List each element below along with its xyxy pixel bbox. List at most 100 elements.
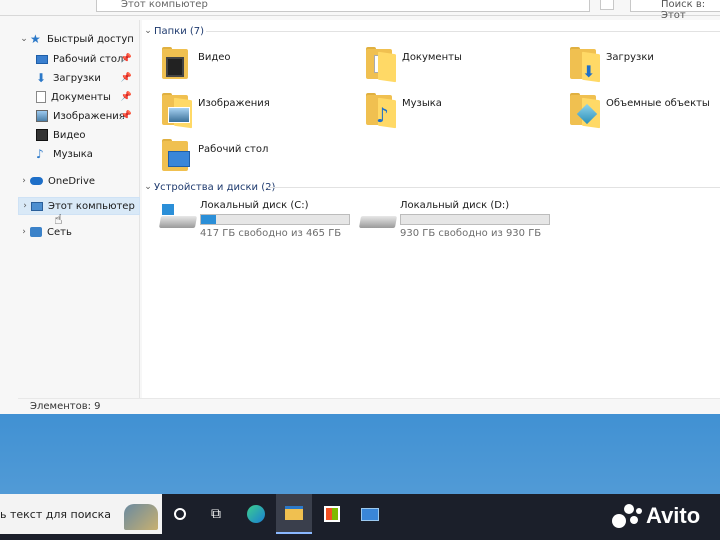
- mail-icon: [361, 507, 379, 521]
- folder-music[interactable]: ♪ Музыка: [362, 88, 552, 132]
- documents-folder-icon: [362, 45, 396, 83]
- nav-quick-access-label: Быстрый доступ: [47, 33, 134, 45]
- 3d-objects-folder-icon: [566, 91, 600, 129]
- group-divider: [266, 187, 720, 188]
- folder-label: Загрузки: [606, 51, 654, 63]
- drive-c[interactable]: Локальный диск (C:) 417 ГБ свободно из 4…: [158, 198, 358, 239]
- computer-icon: [31, 201, 43, 211]
- avito-text: Avito: [646, 503, 701, 528]
- folder-3d-objects[interactable]: Объемные объекты: [566, 88, 720, 132]
- drive-free-space: 417 ГБ свободно из 465 ГБ: [200, 228, 342, 239]
- nav-item-onedrive[interactable]: › OneDrive: [18, 172, 140, 190]
- drive-name: Локальный диск (D:): [400, 200, 510, 211]
- nav-quick-access[interactable]: ⌄ ★ Быстрый доступ: [18, 30, 140, 48]
- folders-group-header[interactable]: ⌄ Папки (7): [142, 23, 204, 39]
- store-button[interactable]: [314, 494, 350, 534]
- folder-label: Объемные объекты: [606, 97, 710, 109]
- search-input[interactable]: Поиск в: Этот: [630, 0, 720, 21]
- pin-icon[interactable]: 📌: [121, 54, 132, 64]
- navigation-pane: ⌄ ★ Быстрый доступ Рабочий стол 📌 ⬇ Загр…: [18, 20, 140, 400]
- nav-item-pictures[interactable]: Изображения 📌: [18, 107, 140, 125]
- star-icon: ★: [30, 32, 41, 46]
- drive-usage-bar: [400, 214, 550, 225]
- desktop-folder-icon: [158, 137, 192, 175]
- drive-icon: [358, 208, 398, 230]
- address-field[interactable]: Этот компьютер: [96, 0, 590, 12]
- drive-free-space: 930 ГБ свободно из 930 ГБ: [400, 228, 542, 239]
- chevron-down-icon[interactable]: ⌄: [18, 34, 30, 44]
- chevron-right-icon[interactable]: ›: [18, 227, 30, 237]
- drives-group-title: Устройства и диски (2): [154, 181, 276, 193]
- music-icon: ♪: [36, 147, 44, 161]
- network-icon: [30, 227, 42, 237]
- nav-item-desktop[interactable]: Рабочий стол 📌: [18, 50, 140, 68]
- folder-video[interactable]: Видео: [158, 42, 348, 86]
- folder-label: Документы: [402, 51, 462, 63]
- desktop-icon: [36, 54, 48, 64]
- folder-label: Видео: [198, 51, 231, 63]
- folder-downloads[interactable]: ⬇ Загрузки: [566, 42, 720, 86]
- document-icon: [36, 91, 46, 103]
- pin-icon[interactable]: 📌: [121, 92, 132, 102]
- chevron-right-icon[interactable]: ›: [18, 176, 30, 186]
- item-count: Элементов: 9: [30, 401, 101, 412]
- taskbar-search-text: ь текст для поиска: [0, 508, 112, 521]
- video-folder-icon: [158, 45, 192, 83]
- cloud-icon: [30, 177, 43, 185]
- mail-button[interactable]: [352, 494, 388, 534]
- content-pane: ⌄ Папки (7) Видео Документы ⬇ Загрузки И…: [142, 20, 720, 400]
- cortana-button[interactable]: [162, 494, 198, 534]
- nav-item-label: OneDrive: [48, 175, 96, 187]
- drive-usage-fill: [201, 215, 217, 224]
- drives-group-header[interactable]: ⌄ Устройства и диски (2): [142, 179, 275, 195]
- folder-desktop[interactable]: Рабочий стол: [158, 134, 348, 178]
- nav-item-music[interactable]: ♪ Музыка: [18, 145, 140, 163]
- folders-group-title: Папки (7): [154, 25, 205, 37]
- nav-item-label: Видео: [53, 129, 86, 141]
- pin-icon[interactable]: 📌: [121, 73, 132, 83]
- chevron-down-icon[interactable]: ⌄: [142, 26, 154, 36]
- nav-item-label: Загрузки: [53, 72, 101, 84]
- downloads-folder-icon: ⬇: [566, 45, 600, 83]
- chevron-down-icon[interactable]: ⌄: [142, 182, 154, 192]
- nav-item-documents[interactable]: Документы 📌: [18, 88, 140, 106]
- folder-label: Рабочий стол: [198, 143, 269, 155]
- search-highlight-image: [124, 504, 158, 530]
- circle-icon: [174, 508, 186, 520]
- edge-icon: [247, 505, 265, 523]
- nav-item-label: Изображения: [53, 110, 125, 122]
- drive-d[interactable]: Локальный диск (D:) 930 ГБ свободно из 9…: [358, 198, 558, 239]
- nav-item-network[interactable]: › Сеть: [18, 223, 140, 241]
- video-icon: [36, 129, 48, 141]
- folder-label: Изображения: [198, 97, 270, 109]
- mouse-cursor-icon: ☝: [54, 212, 63, 228]
- address-dropdown-button[interactable]: [600, 0, 614, 10]
- nav-item-video[interactable]: Видео: [18, 126, 140, 144]
- group-divider: [206, 31, 720, 32]
- folder-label: Музыка: [402, 97, 442, 109]
- store-icon: [324, 506, 340, 522]
- nav-item-downloads[interactable]: ⬇ Загрузки 📌: [18, 69, 140, 87]
- nav-item-this-pc[interactable]: › Этот компьютер: [18, 197, 140, 215]
- system-drive-icon: [158, 204, 198, 230]
- address-bar: Этот компьютер Поиск в: Этот: [0, 0, 720, 21]
- taskbar-search-box[interactable]: ь текст для поиска: [0, 494, 162, 534]
- chevron-right-icon[interactable]: ›: [19, 201, 31, 211]
- nav-item-label: Рабочий стол: [53, 53, 124, 65]
- music-folder-icon: ♪: [362, 91, 396, 129]
- download-icon: ⬇: [36, 71, 47, 85]
- folder-documents[interactable]: Документы: [362, 42, 552, 86]
- task-view-button[interactable]: ⧉: [198, 494, 234, 534]
- file-explorer-window: Этот компьютер Поиск в: Этот ⌄ ★ Быстрый…: [0, 0, 720, 414]
- folder-pictures[interactable]: Изображения: [158, 88, 348, 132]
- folder-icon: [285, 506, 303, 520]
- pin-icon[interactable]: 📌: [121, 111, 132, 121]
- nav-item-label: Музыка: [53, 148, 93, 160]
- nav-item-label: Этот компьютер: [48, 200, 135, 212]
- task-view-icon: ⧉: [211, 506, 221, 522]
- file-explorer-button[interactable]: [276, 494, 312, 534]
- drive-usage-bar: [200, 214, 350, 225]
- drive-name: Локальный диск (C:): [200, 200, 309, 211]
- nav-item-label: Документы: [51, 91, 111, 103]
- edge-button[interactable]: [238, 494, 274, 534]
